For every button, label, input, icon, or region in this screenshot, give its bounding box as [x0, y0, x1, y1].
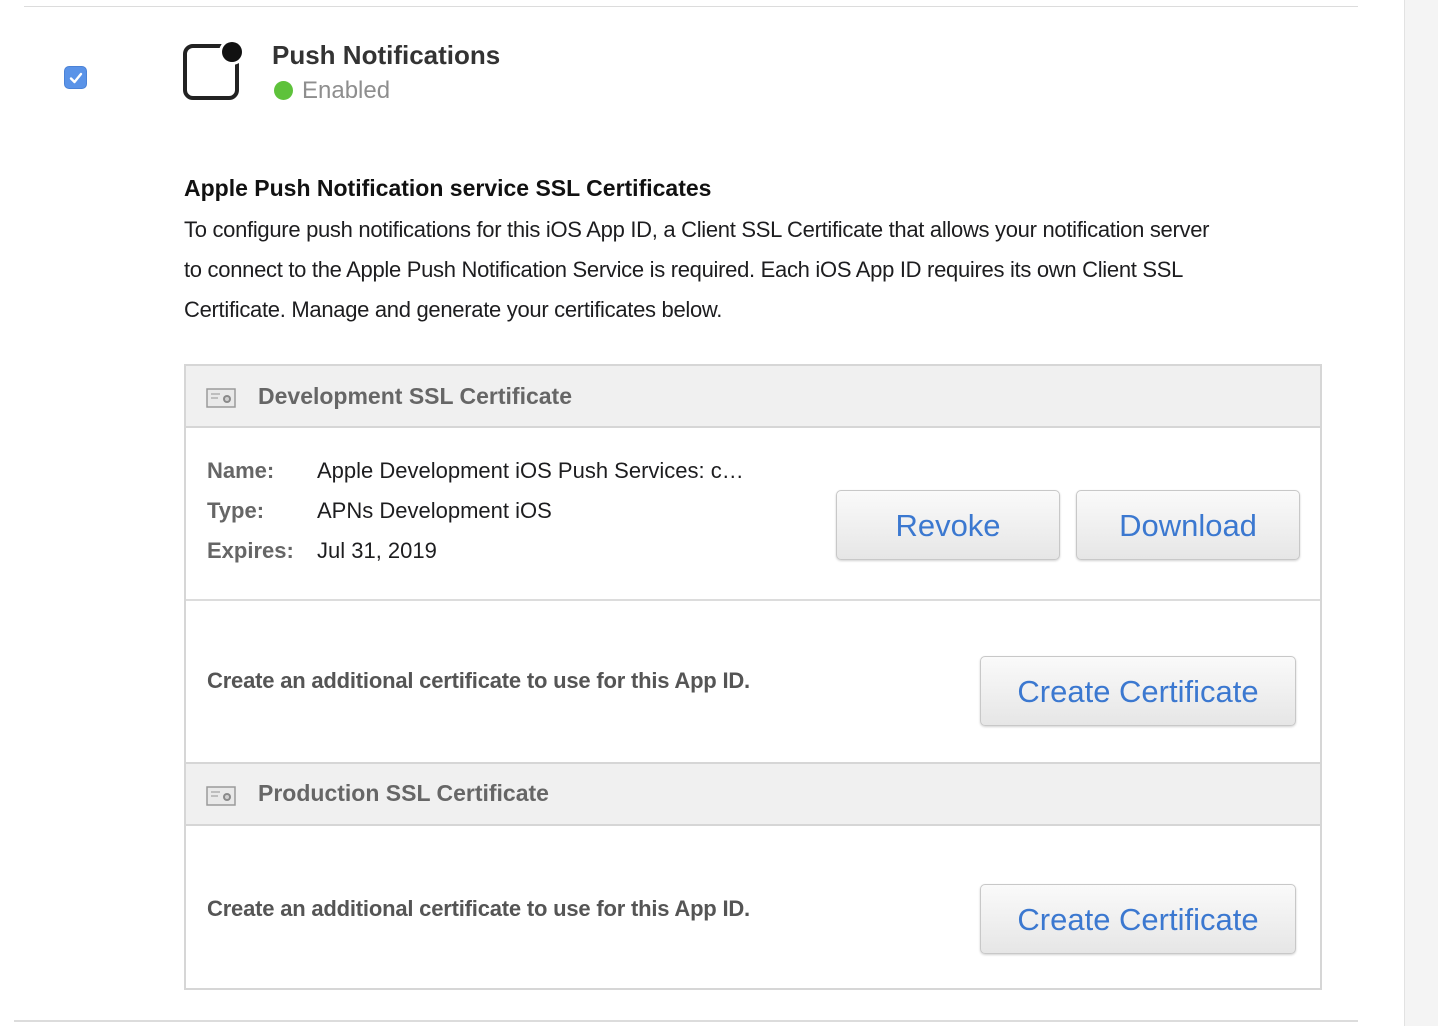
service-title: Push Notifications — [272, 40, 501, 70]
expires-value: Jul 31, 2019 — [317, 538, 437, 563]
certificates-panel: Development SSL Certificate Name: Apple … — [184, 364, 1322, 990]
checkmark-icon — [69, 72, 83, 84]
type-value: APNs Development iOS — [317, 498, 552, 523]
revoke-button[interactable]: Revoke — [836, 490, 1060, 560]
ssl-section-description: To configure push notifications for this… — [184, 210, 1334, 330]
ssl-section-heading: Apple Push Notification service SSL Cert… — [184, 175, 712, 201]
download-button[interactable]: Download — [1076, 490, 1300, 560]
description-line: to connect to the Apple Push Notificatio… — [184, 257, 1184, 282]
status-label: Enabled — [302, 77, 391, 104]
push-notification-icon — [183, 40, 245, 100]
top-divider — [24, 6, 1358, 7]
scrollbar[interactable] — [1404, 0, 1438, 1026]
certificate-icon — [206, 786, 236, 806]
bottom-divider — [14, 1020, 1358, 1022]
create-development-certificate-button[interactable]: Create Certificate — [980, 656, 1296, 726]
expires-label: Expires: — [207, 538, 294, 563]
create-certificate-hint: Create an additional certificate to use … — [207, 668, 750, 693]
push-notifications-checkbox[interactable] — [64, 66, 87, 89]
row-divider — [186, 599, 1320, 601]
name-label: Name: — [207, 458, 275, 483]
development-certificate-title: Development SSL Certificate — [258, 383, 573, 409]
status-indicator-dot — [274, 81, 293, 100]
production-certificate-title: Production SSL Certificate — [258, 780, 549, 806]
create-certificate-hint: Create an additional certificate to use … — [207, 896, 750, 921]
create-production-certificate-button[interactable]: Create Certificate — [980, 884, 1296, 954]
name-value: Apple Development iOS Push Services: c… — [317, 458, 744, 483]
description-line: To configure push notifications for this… — [184, 217, 1210, 242]
production-certificate-header: Production SSL Certificate — [186, 762, 1320, 826]
description-line: Certificate. Manage and generate your ce… — [184, 297, 723, 322]
type-label: Type: — [207, 498, 265, 523]
certificate-icon — [206, 388, 236, 408]
development-certificate-header: Development SSL Certificate — [186, 366, 1320, 428]
